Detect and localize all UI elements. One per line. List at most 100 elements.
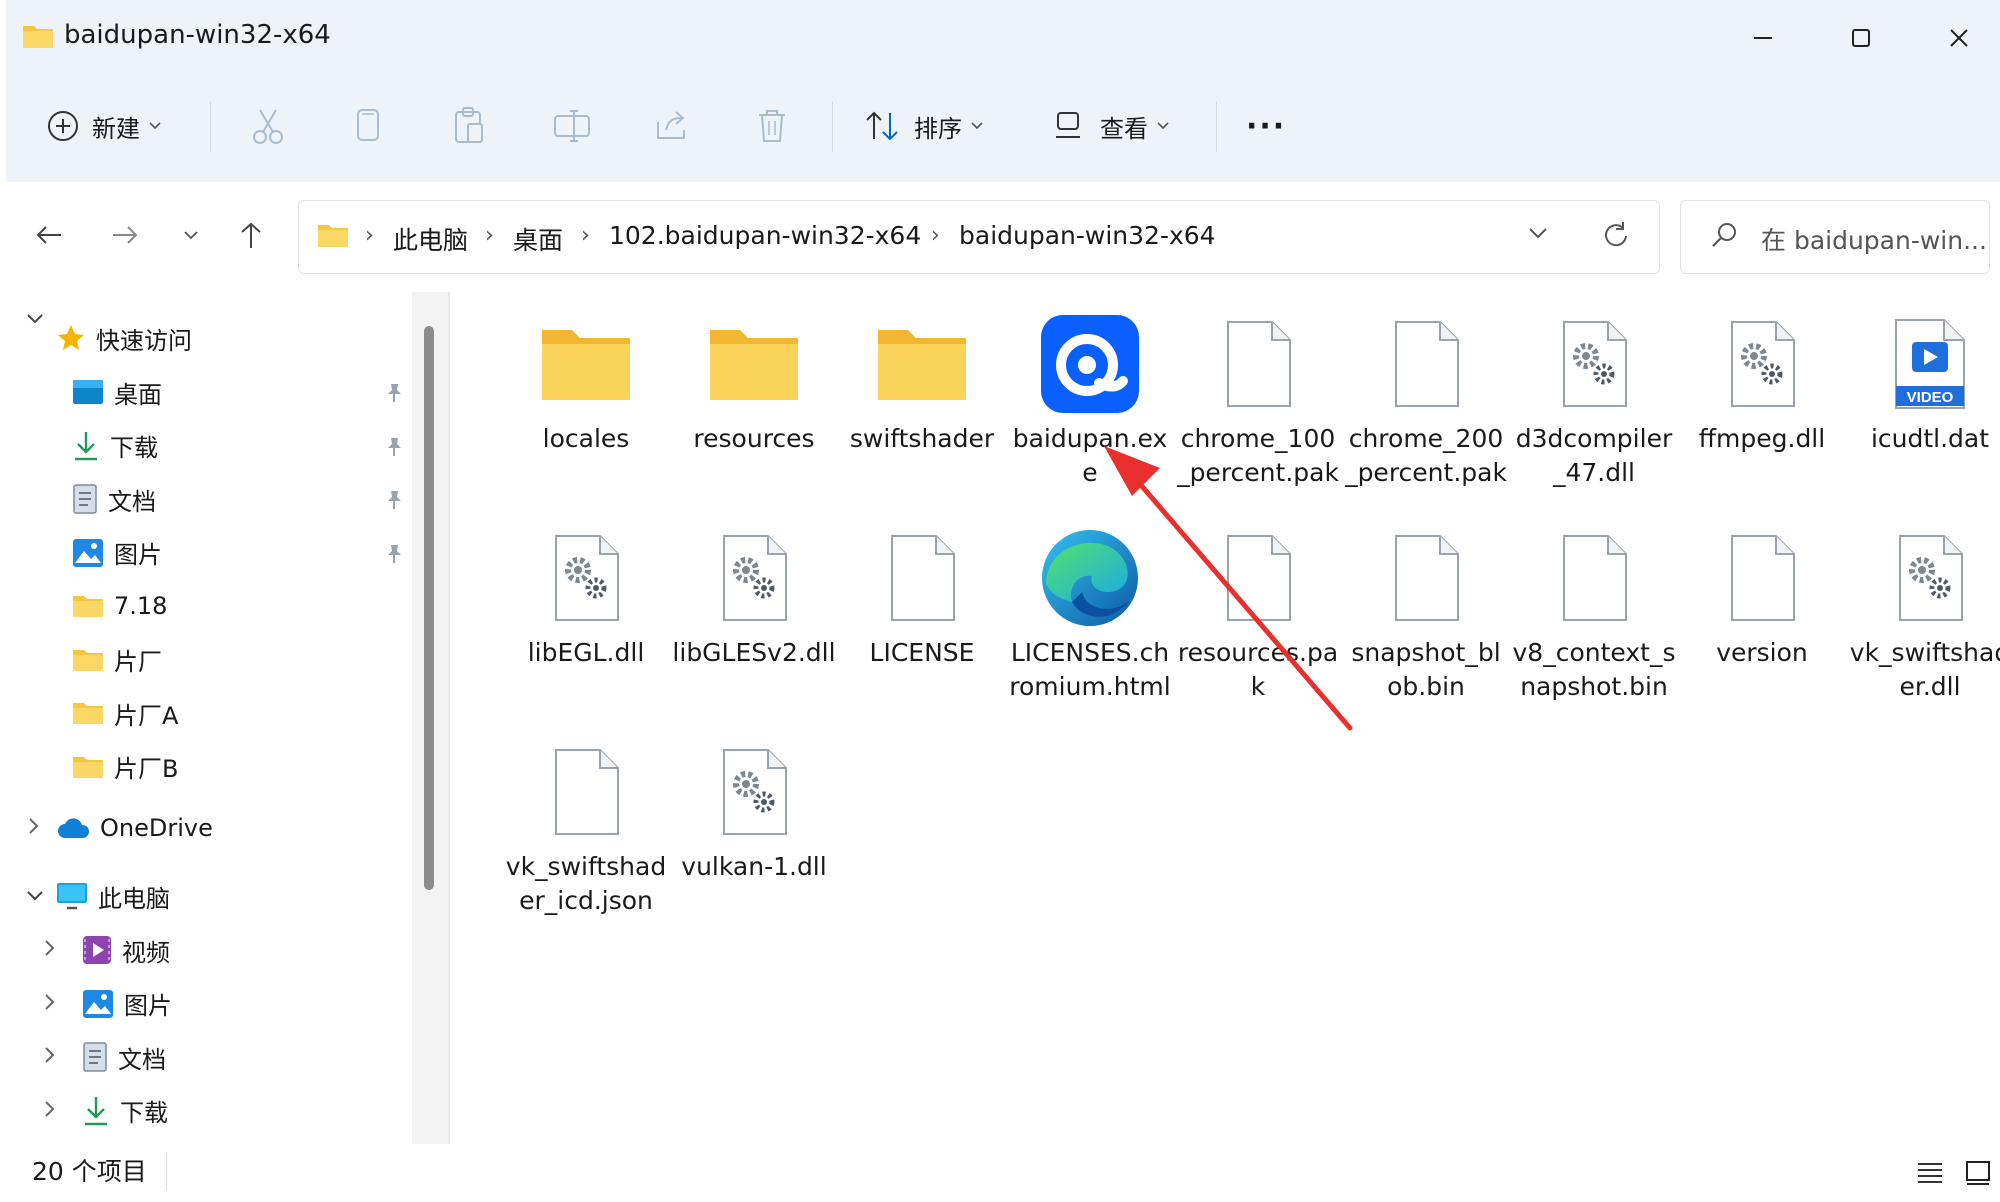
status-bar: 20 个项目: [6, 1144, 2000, 1202]
sidebar-item-quick-3[interactable]: 图片: [72, 529, 162, 577]
maximize-button[interactable]: [1826, 10, 1896, 66]
forward-button[interactable]: [100, 210, 150, 260]
file-item[interactable]: chrome_200_percent.pak: [1342, 308, 1510, 490]
window-title: baidupan-win32-x64: [64, 20, 331, 50]
sidebar-item-quick-1[interactable]: 下载: [72, 422, 158, 470]
desktop-icon: [72, 378, 104, 406]
file-item[interactable]: locales: [502, 308, 670, 456]
file-item[interactable]: swiftshader: [838, 308, 1006, 456]
expand-chevron[interactable]: [44, 926, 56, 974]
file-item[interactable]: resources: [670, 308, 838, 456]
file-name: LICENSE: [869, 638, 975, 667]
file-item[interactable]: chrome_100_percent.pak: [1174, 308, 1342, 490]
sidebar-item-label: 7.18: [114, 592, 168, 620]
file-item[interactable]: VIDEO icudtl.dat: [1846, 308, 2000, 456]
cut-button[interactable]: [250, 98, 286, 154]
breadcrumb-desktop[interactable]: 桌面: [513, 221, 563, 257]
file-item[interactable]: v8_context_snapshot.bin: [1510, 522, 1678, 704]
file-item[interactable]: version: [1678, 522, 1846, 670]
sidebar-item-this-pc[interactable]: 此电脑: [56, 872, 170, 920]
address-history-button[interactable]: [1527, 225, 1549, 245]
minimize-button[interactable]: [1728, 10, 1798, 66]
file-item[interactable]: snapshot_blob.bin: [1342, 522, 1510, 704]
file-item[interactable]: ffmpeg.dll: [1678, 308, 1846, 456]
chevron-right-icon: [44, 1100, 56, 1122]
search-box[interactable]: 在 baidupan-win...: [1680, 200, 1990, 274]
file-item[interactable]: vk_swiftshader.dll: [1846, 522, 2000, 704]
chevron-down-icon: [1529, 228, 1547, 239]
file-item[interactable]: vulkan-1.dll: [670, 736, 838, 884]
search-input[interactable]: 在 baidupan-win...: [1761, 221, 1987, 257]
sidebar-item-label: 桌面: [114, 380, 162, 409]
this-pc-expand-chevron[interactable]: [26, 872, 44, 920]
download-icon: [72, 430, 100, 462]
sidebar-item-label: 片厂: [114, 648, 162, 676]
paste-button[interactable]: [452, 98, 486, 154]
video-file-icon: VIDEO: [1870, 308, 1990, 420]
onedrive-expand-chevron[interactable]: [28, 804, 40, 852]
maximize-icon: [1852, 29, 1870, 47]
close-button[interactable]: [1924, 10, 1994, 66]
sidebar-item-quick-7[interactable]: 片厂B: [72, 743, 178, 791]
up-button[interactable]: [226, 210, 276, 260]
sidebar-item-pc-1[interactable]: 图片: [82, 980, 172, 1028]
picture-icon: [72, 538, 104, 568]
expand-chevron[interactable]: [44, 1087, 56, 1135]
sidebar-item-label: 片厂A: [114, 701, 179, 730]
file-item[interactable]: d3dcompiler_47.dll: [1510, 308, 1678, 490]
new-button[interactable]: 新建: [46, 98, 162, 154]
file-item[interactable]: LICENSE: [838, 522, 1006, 670]
file-item[interactable]: libGLESv2.dll: [670, 522, 838, 670]
quick-access-expand-chevron[interactable]: [26, 270, 44, 368]
sidebar-item-quick-access[interactable]: 快速访问: [56, 314, 192, 362]
scissors-icon: [253, 109, 283, 144]
recent-locations-button[interactable]: [166, 210, 216, 260]
copy-button[interactable]: [352, 98, 384, 154]
back-button[interactable]: [24, 210, 74, 260]
sidebar-item-label: 图片: [124, 992, 172, 1020]
sidebar-item-onedrive[interactable]: OneDrive: [56, 804, 213, 852]
refresh-button[interactable]: [1599, 219, 1633, 257]
file-name: v8_context_snapshot.bin: [1512, 638, 1676, 701]
download-icon: [82, 1095, 110, 1127]
navigation-scrollbar-thumb[interactable]: [424, 326, 434, 890]
address-bar[interactable]: › 此电脑 › 桌面 › 102.baidupan-win32-x64 › ba…: [298, 200, 1660, 274]
breadcrumb-parent-folder[interactable]: 102.baidupan-win32-x64: [609, 221, 921, 250]
sidebar-item-quick-0[interactable]: 桌面: [72, 368, 162, 416]
sidebar-item-label: 文档: [118, 1045, 166, 1074]
breadcrumb-this-pc[interactable]: 此电脑: [393, 221, 468, 257]
more-button[interactable]: ···: [1246, 98, 1286, 154]
view-button[interactable]: 查看: [1052, 98, 1170, 154]
file-name: ffmpeg.dll: [1698, 424, 1826, 453]
expand-chevron[interactable]: [44, 1033, 56, 1081]
file-item[interactable]: libEGL.dll: [502, 522, 670, 670]
address-row: › 此电脑 › 桌面 › 102.baidupan-win32-x64 › ba…: [6, 182, 2000, 288]
sidebar-item-pc-2[interactable]: 文档: [82, 1033, 166, 1081]
sidebar-item-quick-6[interactable]: 片厂A: [72, 689, 178, 737]
file-name: vk_swiftshader.dll: [1849, 638, 2000, 701]
dll-gear-icon: [1870, 522, 1990, 634]
file-name: vk_swiftshader_icd.json: [505, 852, 667, 915]
expand-chevron[interactable]: [44, 980, 56, 1028]
delete-button[interactable]: [756, 98, 788, 154]
details-view-button[interactable]: [1910, 1154, 1950, 1192]
sort-button[interactable]: 排序: [864, 98, 984, 154]
sidebar-item-pc-3[interactable]: 下载: [82, 1087, 168, 1135]
file-item[interactable]: LICENSES.chromium.html: [1006, 522, 1174, 704]
file-item[interactable]: resources.pak: [1174, 522, 1342, 704]
sort-icon: [866, 111, 898, 141]
file-name: resources: [693, 424, 815, 453]
breadcrumb-separator: ›: [581, 223, 590, 248]
sidebar-item-quick-2[interactable]: 文档: [72, 475, 156, 523]
share-button[interactable]: [654, 98, 690, 154]
sidebar-item-quick-4[interactable]: 7.18: [72, 582, 167, 630]
file-item[interactable]: baidupan.exe: [1006, 308, 1174, 490]
sidebar-item-pc-0[interactable]: 视频: [82, 926, 170, 974]
toolbar-separator: [832, 102, 833, 152]
tiles-view-button[interactable]: [1958, 1154, 1998, 1192]
rename-button[interactable]: [552, 98, 592, 154]
file-name: snapshot_blob.bin: [1351, 638, 1501, 701]
file-item[interactable]: vk_swiftshader_icd.json: [502, 736, 670, 918]
sidebar-item-quick-5[interactable]: 片厂: [72, 636, 162, 684]
breadcrumb-current-folder[interactable]: baidupan-win32-x64: [959, 221, 1216, 250]
